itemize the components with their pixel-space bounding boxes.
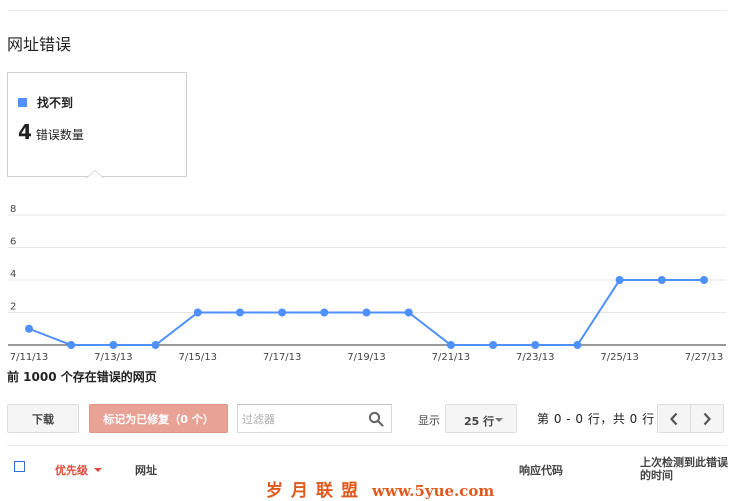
filter-input[interactable]	[242, 410, 362, 428]
rows-per-page-value: 25 行	[464, 415, 495, 428]
data-point	[404, 308, 413, 317]
x-tick-label: 7/11/13	[10, 352, 49, 363]
card-pointer-fill	[87, 171, 103, 178]
data-point	[278, 308, 287, 317]
x-tick-label: 7/13/13	[94, 352, 133, 363]
previous-page-button[interactable]	[657, 404, 691, 433]
data-point	[615, 276, 624, 284]
x-tick-label: 7/15/13	[178, 352, 217, 363]
x-tick-label: 7/23/13	[516, 352, 555, 363]
summary-card[interactable]: 找不到 4 错误数量	[7, 72, 187, 177]
next-page-button[interactable]	[690, 404, 724, 433]
chevron-left-icon	[670, 412, 678, 425]
caret-down-icon	[94, 468, 102, 472]
data-point	[362, 308, 371, 317]
data-point	[25, 324, 33, 333]
x-tick-label: 7/17/13	[263, 352, 302, 363]
chevron-right-icon	[703, 412, 711, 425]
y-tick-label: 8	[10, 204, 16, 215]
data-point	[320, 308, 329, 317]
legend-swatch	[18, 98, 27, 107]
table-toolbar: 下载 标记为已修复（0 个） 显示 25 行 第 0 - 0 行，共 0 行	[0, 404, 742, 434]
rows-per-page-select[interactable]: 25 行	[445, 404, 517, 433]
table-caption: 前 1000 个存在错误的网页	[7, 370, 157, 384]
data-point	[531, 341, 540, 349]
data-point	[235, 308, 244, 317]
error-count-value: 4	[18, 120, 32, 144]
watermark: 岁月联盟 www.5yue.com	[266, 476, 494, 501]
x-tick-label: 7/21/13	[432, 352, 471, 363]
data-point	[573, 341, 582, 349]
x-tick-label: 7/25/13	[600, 352, 639, 363]
errors-chart-svg: 2 4 6 8 7/11/13 7/13/13 7/15/13 7/17/13 7/19/13 7…	[8, 204, 726, 363]
data-point	[489, 341, 498, 349]
legend-label: 找不到	[37, 96, 74, 110]
caret-down-icon	[495, 418, 503, 422]
y-tick-label: 4	[10, 269, 16, 280]
error-count-label: 错误数量	[35, 128, 84, 142]
data-point	[109, 341, 118, 349]
show-label: 显示	[418, 414, 440, 427]
search-icon[interactable]	[368, 411, 384, 427]
top-divider	[8, 10, 726, 11]
column-last-checked[interactable]: 上次检测到此错误的时间	[640, 456, 730, 482]
data-point	[67, 341, 76, 349]
table-header-divider	[7, 445, 726, 446]
x-tick-label: 7/27/13	[685, 352, 724, 363]
data-point	[193, 308, 202, 317]
y-tick-label: 6	[10, 237, 16, 248]
watermark-text: 岁月联盟	[266, 481, 366, 501]
watermark-url: www.5yue.com	[372, 482, 495, 500]
data-point	[446, 341, 455, 349]
column-response-code[interactable]: 响应代码	[519, 462, 563, 478]
column-url[interactable]: 网址	[135, 462, 157, 478]
x-tick-label: 7/19/13	[347, 352, 386, 363]
select-all-checkbox[interactable]	[14, 461, 25, 472]
filter-box[interactable]	[237, 404, 392, 433]
data-point	[151, 341, 160, 349]
column-priority[interactable]: 优先级	[55, 462, 102, 478]
error-count-row: 4 错误数量	[18, 120, 84, 144]
column-priority-label: 优先级	[55, 464, 88, 477]
download-button[interactable]: 下载	[7, 404, 79, 433]
mark-as-fixed-button[interactable]: 标记为已修复（0 个）	[89, 404, 228, 433]
y-tick-label: 2	[10, 302, 16, 313]
errors-chart: 2 4 6 8 7/11/13 7/13/13 7/15/13 7/17/13 7/19/13 7…	[0, 200, 742, 370]
section-title: 网址错误	[7, 35, 72, 54]
legend-row: 找不到	[18, 94, 73, 111]
pagination-text: 第 0 - 0 行，共 0 行	[537, 412, 655, 426]
data-point	[657, 276, 666, 284]
data-point	[700, 276, 708, 284]
